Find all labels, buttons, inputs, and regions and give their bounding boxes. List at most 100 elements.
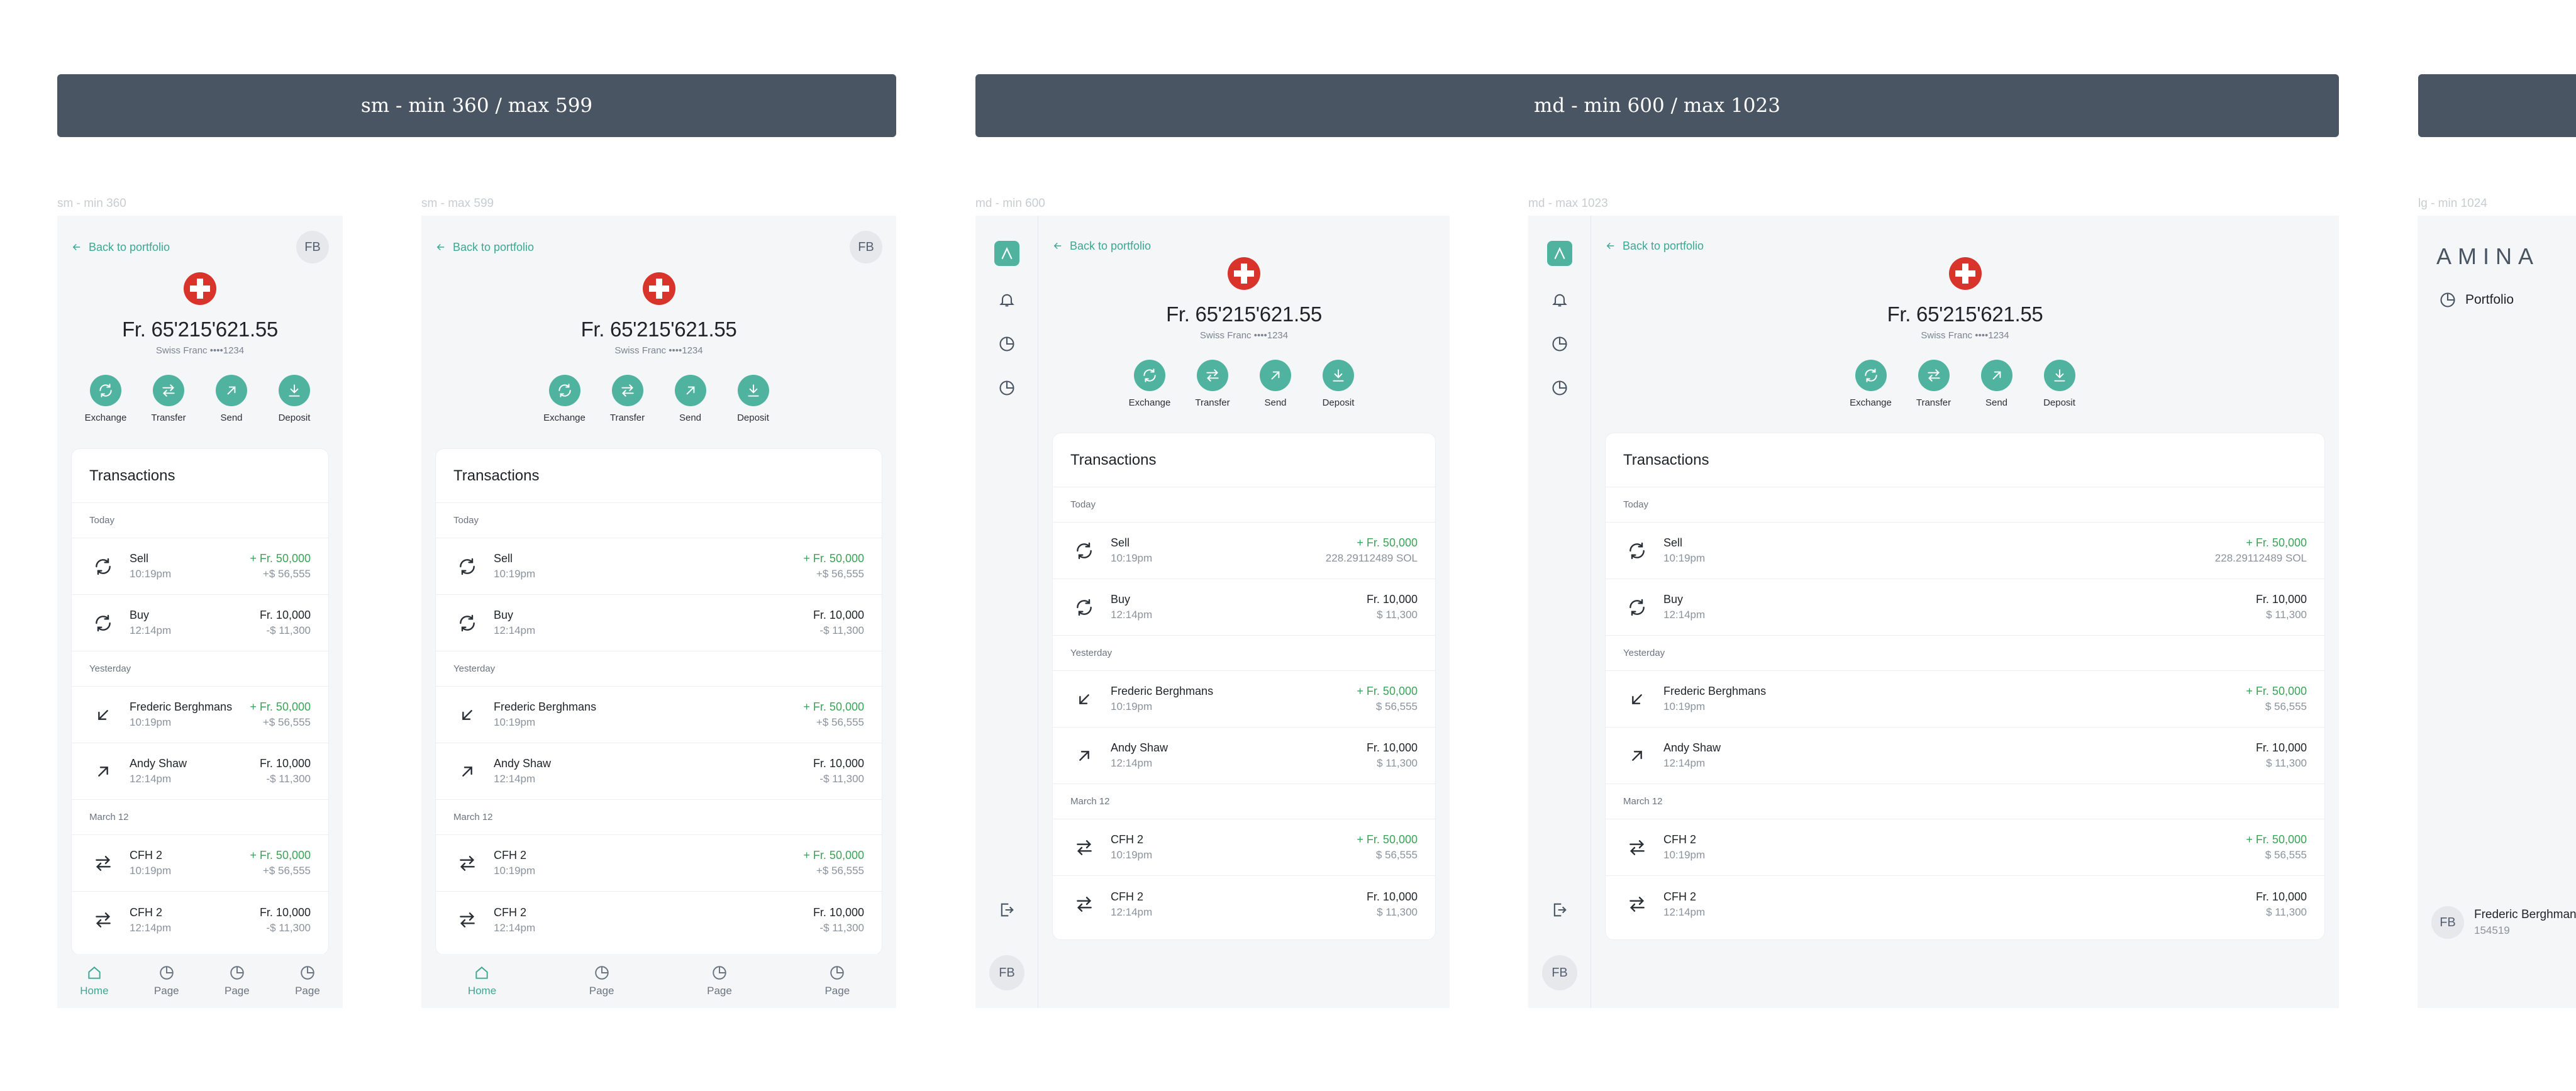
lg-nav-portfolio[interactable]: Portfolio (2439, 291, 2514, 309)
transaction-row[interactable]: Andy Shaw 12:14pm Fr. 10,000 -$ 11,300 (436, 743, 882, 800)
nav-home[interactable]: Home (80, 965, 109, 997)
nav-page-1[interactable]: Page (154, 965, 179, 997)
app-logo[interactable] (994, 241, 1019, 266)
back-to-portfolio-link[interactable]: Back to portfolio (71, 241, 170, 254)
action-exchange-button[interactable]: Exchange (543, 375, 586, 423)
arrow-up-right-icon (89, 758, 117, 785)
transaction-row[interactable]: Sell 10:19pm + Fr. 50,000 +$ 56,555 (72, 538, 328, 595)
avatar[interactable]: FB (850, 231, 882, 263)
nav-page-2[interactable]: Page (707, 965, 732, 997)
action-transfer-button[interactable]: Transfer (1192, 360, 1233, 408)
action-transfer-button[interactable]: Transfer (148, 375, 189, 423)
transaction-name: CFH 2 (1663, 890, 1697, 903)
transaction-secondary-amount: -$ 11,300 (266, 624, 311, 636)
action-deposit-button[interactable]: Deposit (1318, 360, 1358, 408)
transaction-row[interactable]: CFH 2 10:19pm + Fr. 50,000 $ 56,555 (1606, 819, 2324, 876)
transaction-row[interactable]: Buy 12:14pm Fr. 10,000 -$ 11,300 (436, 595, 882, 651)
action-send-button[interactable]: Send (1255, 360, 1296, 408)
transaction-row[interactable]: CFH 2 12:14pm Fr. 10,000 $ 11,300 (1606, 876, 2324, 933)
transaction-row[interactable]: CFH 2 12:14pm Fr. 10,000 -$ 11,300 (72, 892, 328, 948)
date-group-label: Today (1053, 487, 1435, 523)
transaction-name: Frederic Berghmans (1111, 685, 1214, 697)
quick-actions: Exchange Transfer Send Deposit (421, 375, 896, 423)
frame-label-lg-min: lg - min 1024 (2418, 197, 2487, 210)
transactions-title: Transactions (72, 449, 328, 503)
bottom-nav: Home Page Page Page (421, 954, 896, 1008)
transaction-secondary-amount: $ 56,555 (2265, 701, 2307, 712)
transaction-time: 10:19pm (1111, 552, 1153, 564)
action-label: Send (1264, 397, 1287, 408)
transaction-amount: Fr. 10,000 (2255, 741, 2307, 754)
deposit-icon (737, 375, 769, 406)
transaction-amount: + Fr. 50,000 (803, 849, 864, 861)
action-exchange-button[interactable]: Exchange (85, 375, 126, 423)
transaction-row[interactable]: Sell 10:19pm + Fr. 50,000 228.29112489 S… (1606, 523, 2324, 579)
logout-icon[interactable] (1551, 901, 1568, 919)
app-logo[interactable] (1547, 241, 1572, 266)
transaction-row[interactable]: Sell 10:19pm + Fr. 50,000 +$ 56,555 (436, 538, 882, 595)
nav-page-1[interactable]: Page (589, 965, 614, 997)
pie-chart-icon[interactable] (998, 335, 1016, 353)
avatar[interactable]: FB (989, 955, 1024, 990)
transaction-row[interactable]: CFH 2 10:19pm + Fr. 50,000 $ 56,555 (1053, 819, 1435, 876)
transaction-row[interactable]: Andy Shaw 12:14pm Fr. 10,000 $ 11,300 (1606, 728, 2324, 784)
action-transfer-button[interactable]: Transfer (1914, 360, 1954, 408)
transaction-row[interactable]: Frederic Berghmans 10:19pm + Fr. 50,000 … (436, 687, 882, 743)
avatar[interactable]: FB (1542, 955, 1577, 990)
exchange-icon (89, 553, 117, 580)
transaction-row[interactable]: Andy Shaw 12:14pm Fr. 10,000 $ 11,300 (1053, 728, 1435, 784)
logout-icon[interactable] (998, 901, 1016, 919)
transaction-row[interactable]: CFH 2 12:14pm Fr. 10,000 $ 11,300 (1053, 876, 1435, 933)
back-to-portfolio-link[interactable]: Back to portfolio (435, 241, 534, 254)
transaction-row[interactable]: Buy 12:14pm Fr. 10,000 -$ 11,300 (72, 595, 328, 651)
pie-chart-icon (594, 965, 610, 981)
nav-page-2[interactable]: Page (225, 965, 250, 997)
lg-user[interactable]: FB Frederic Berghmans 154519 (2431, 906, 2576, 939)
transaction-row[interactable]: Sell 10:19pm + Fr. 50,000 228.29112489 S… (1053, 523, 1435, 579)
transaction-row[interactable]: CFH 2 10:19pm + Fr. 50,000 +$ 56,555 (72, 835, 328, 892)
back-to-portfolio-link[interactable]: Back to portfolio (1052, 240, 1151, 253)
transaction-row[interactable]: Buy 12:14pm Fr. 10,000 $ 11,300 (1053, 579, 1435, 636)
transaction-row[interactable]: Frederic Berghmans 10:19pm + Fr. 50,000 … (1606, 671, 2324, 728)
transaction-name: Sell (130, 552, 149, 565)
action-exchange-button[interactable]: Exchange (1129, 360, 1170, 408)
transaction-name: Buy (130, 609, 150, 621)
transaction-amount: + Fr. 50,000 (1357, 833, 1418, 846)
nav-label: Page (153, 985, 179, 997)
transaction-row[interactable]: Buy 12:14pm Fr. 10,000 $ 11,300 (1606, 579, 2324, 636)
transaction-row[interactable]: Frederic Berghmans 10:19pm + Fr. 50,000 … (1053, 671, 1435, 728)
transaction-row[interactable]: CFH 2 10:19pm + Fr. 50,000 +$ 56,555 (436, 835, 882, 892)
pie-chart-icon[interactable] (1551, 335, 1568, 353)
transaction-time: 12:14pm (494, 773, 536, 785)
bell-icon[interactable] (998, 291, 1016, 309)
transaction-time: 10:19pm (1111, 701, 1153, 712)
action-deposit-button[interactable]: Deposit (733, 375, 774, 423)
avatar[interactable]: FB (296, 231, 329, 263)
transaction-row[interactable]: CFH 2 12:14pm Fr. 10,000 -$ 11,300 (436, 892, 882, 948)
transaction-row[interactable]: Andy Shaw 12:14pm Fr. 10,000 -$ 11,300 (72, 743, 328, 800)
nav-page-3[interactable]: Page (295, 965, 320, 997)
transaction-row[interactable]: Frederic Berghmans 10:19pm + Fr. 50,000 … (72, 687, 328, 743)
transaction-name: CFH 2 (494, 849, 527, 861)
account-label: Swiss Franc ••••1234 (614, 345, 703, 356)
action-label: Transfer (1916, 397, 1951, 408)
action-exchange-button[interactable]: Exchange (1850, 360, 1892, 408)
action-send-button[interactable]: Send (1977, 360, 2017, 408)
action-send-button[interactable]: Send (211, 375, 252, 423)
pie-chart-icon[interactable] (998, 379, 1016, 397)
bell-icon[interactable] (1551, 291, 1568, 309)
back-to-portfolio-link[interactable]: Back to portfolio (1605, 240, 1704, 253)
action-deposit-button[interactable]: Deposit (274, 375, 314, 423)
transfer-icon (611, 375, 643, 406)
pie-chart-icon[interactable] (1551, 379, 1568, 397)
transactions-card: Transactions Today Sell 10:19pm + Fr. 50,… (1052, 433, 1436, 940)
pie-chart-icon (2440, 292, 2455, 307)
frame-sm-min: Back to portfolio FB Fr. 65'215'621.55 S… (57, 216, 343, 1008)
deposit-icon (279, 375, 310, 406)
action-deposit-button[interactable]: Deposit (2040, 360, 2080, 408)
nav-page-3[interactable]: Page (824, 965, 850, 997)
action-transfer-button[interactable]: Transfer (608, 375, 648, 423)
action-send-button[interactable]: Send (670, 375, 711, 423)
transfer-icon (453, 906, 481, 934)
nav-home[interactable]: Home (468, 965, 496, 997)
